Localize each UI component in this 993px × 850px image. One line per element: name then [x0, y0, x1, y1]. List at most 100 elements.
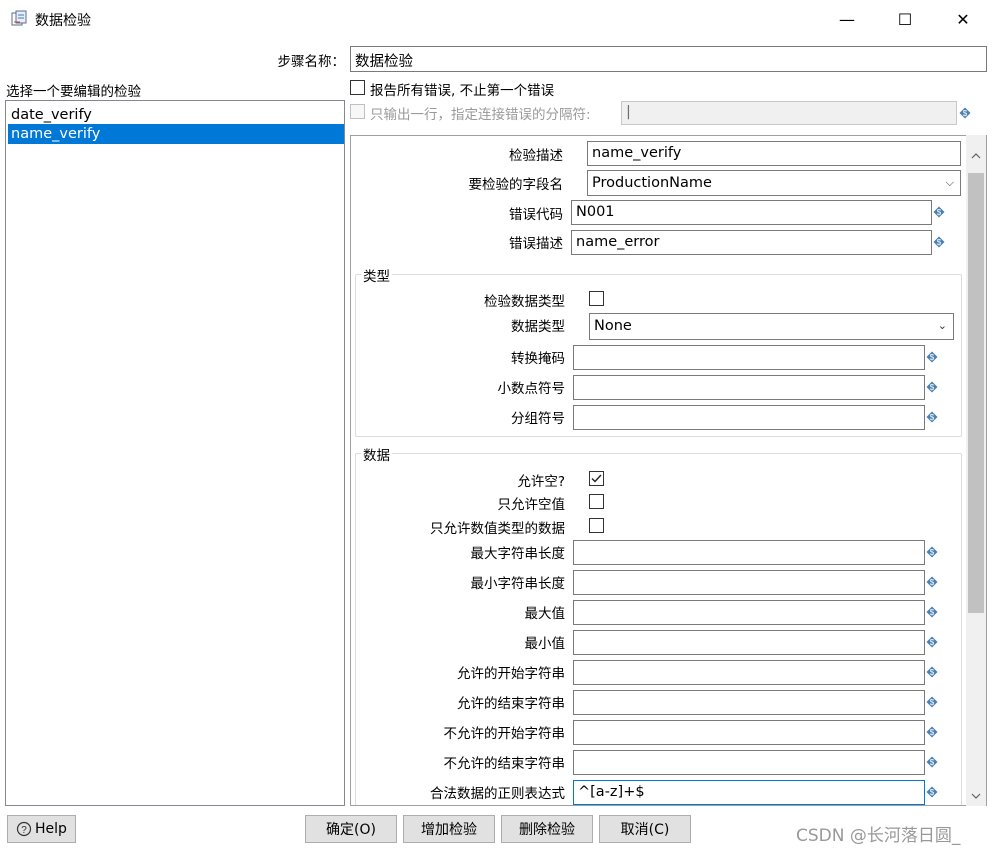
only-numeric-checkbox[interactable]: [589, 518, 604, 533]
svg-text:$: $: [937, 238, 942, 247]
max-length-label: 最大字符串长度: [470, 546, 566, 562]
variable-icon[interactable]: $: [926, 726, 938, 738]
list-item-selected[interactable]: name_verify: [8, 124, 344, 144]
close-icon: ✕: [956, 9, 970, 29]
scroll-up-icon[interactable]: [971, 153, 981, 159]
conversion-mask-input[interactable]: [573, 345, 925, 370]
scroll-down-icon[interactable]: [971, 793, 981, 799]
chevron-down-icon: ⌄: [937, 319, 947, 332]
variable-icon[interactable]: $: [926, 666, 938, 678]
svg-text:$: $: [930, 758, 935, 767]
help-button[interactable]: ? Help: [7, 815, 76, 843]
disallowed-end-input[interactable]: [573, 750, 925, 775]
cancel-button[interactable]: 取消(C): [599, 815, 691, 843]
add-validation-button[interactable]: 增加检验: [403, 815, 495, 843]
list-item[interactable]: date_verify: [8, 105, 344, 125]
field-name-value: ProductionName: [592, 175, 712, 191]
svg-text:$: $: [930, 788, 935, 797]
svg-text:$: $: [930, 728, 935, 737]
maximize-icon: ☐: [897, 9, 913, 29]
separator-input[interactable]: |: [621, 101, 957, 125]
minimize-icon: —: [839, 9, 855, 29]
svg-text:$: $: [930, 548, 935, 557]
only-null-checkbox[interactable]: [589, 494, 604, 509]
error-code-input[interactable]: N001: [571, 200, 932, 225]
validations-list[interactable]: date_verify name_verify: [5, 100, 345, 806]
output-one-row-checkbox[interactable]: [350, 104, 365, 119]
description-input[interactable]: name_verify: [587, 141, 961, 166]
validation-detail-panel: 检验描述 name_verify 要检验的字段名 ProductionName …: [350, 135, 987, 806]
decimal-symbol-label: 小数点符号: [497, 381, 566, 397]
allowed-start-input[interactable]: [573, 660, 925, 685]
disallowed-start-input[interactable]: [573, 720, 925, 745]
ok-button[interactable]: 确定(O): [305, 815, 397, 843]
svg-text:$: $: [930, 353, 935, 362]
variable-icon[interactable]: $: [926, 351, 938, 363]
step-name-label: 步骤名称：: [277, 54, 346, 70]
svg-text:$: $: [963, 109, 968, 118]
variable-icon[interactable]: $: [926, 546, 938, 558]
variable-icon[interactable]: $: [959, 107, 971, 119]
min-length-input[interactable]: [573, 570, 925, 595]
max-value-input[interactable]: [573, 600, 925, 625]
validations-list-label: 选择一个要编辑的检验: [6, 84, 141, 100]
allowed-end-input[interactable]: [573, 690, 925, 715]
output-one-row-label: 只输出一行，指定连接错误的分隔符:: [370, 107, 591, 123]
app-icon: [11, 10, 27, 26]
field-name-select[interactable]: ProductionName ⌵: [587, 170, 961, 196]
svg-text:$: $: [937, 208, 942, 217]
variable-icon[interactable]: $: [933, 236, 945, 248]
maximize-button[interactable]: ☐: [876, 0, 934, 38]
svg-text:$: $: [930, 668, 935, 677]
data-type-select[interactable]: None ⌄: [589, 313, 954, 340]
svg-text:?: ?: [21, 825, 27, 836]
grouping-symbol-label: 分组符号: [511, 411, 565, 427]
grouping-symbol-input[interactable]: [573, 405, 925, 430]
decimal-symbol-input[interactable]: [573, 375, 925, 400]
data-type-label: 数据类型: [511, 319, 565, 335]
minimize-button[interactable]: —: [818, 0, 876, 38]
chevron-down-icon: ⌵: [945, 176, 954, 189]
svg-text:$: $: [930, 383, 935, 392]
report-all-errors-checkbox[interactable]: [350, 80, 365, 95]
checkmark-icon: [591, 474, 602, 483]
title-bar: 数据检验 — ☐ ✕: [0, 0, 993, 38]
variable-icon[interactable]: $: [926, 756, 938, 768]
delete-validation-button[interactable]: 删除检验: [501, 815, 593, 843]
variable-icon[interactable]: $: [926, 786, 938, 798]
variable-icon[interactable]: $: [926, 411, 938, 423]
variable-icon[interactable]: $: [926, 696, 938, 708]
variable-icon[interactable]: $: [926, 636, 938, 648]
only-null-label: 只允许空值: [497, 497, 566, 513]
variable-icon[interactable]: $: [926, 381, 938, 393]
description-label: 检验描述: [509, 148, 563, 164]
error-description-input[interactable]: name_error: [571, 230, 932, 255]
allow-null-label: 允许空?: [517, 474, 565, 490]
max-length-input[interactable]: [573, 540, 925, 565]
disallowed-end-label: 不允许的结束字符串: [443, 756, 566, 772]
svg-text:$: $: [930, 638, 935, 647]
allowed-end-label: 允许的结束字符串: [457, 696, 565, 712]
report-all-errors-label: 报告所有错误, 不止第一个错误: [370, 83, 555, 99]
variable-icon[interactable]: $: [926, 576, 938, 588]
help-button-label: Help: [35, 821, 67, 837]
scrollbar-thumb[interactable]: [968, 173, 984, 613]
max-value-label: 最大值: [524, 606, 566, 622]
step-name-input[interactable]: 数据检验: [350, 46, 987, 72]
error-code-label: 错误代码: [509, 207, 563, 223]
data-group-title: 数据: [361, 444, 392, 464]
variable-icon[interactable]: $: [926, 606, 938, 618]
check-data-type-label: 检验数据类型: [484, 294, 565, 310]
field-name-label: 要检验的字段名: [468, 177, 564, 193]
svg-text:$: $: [930, 578, 935, 587]
regex-valid-input[interactable]: ^[a-z]+$: [573, 780, 925, 805]
min-length-label: 最小字符串长度: [470, 576, 566, 592]
min-value-input[interactable]: [573, 630, 925, 655]
close-button[interactable]: ✕: [934, 0, 992, 38]
variable-icon[interactable]: $: [933, 206, 945, 218]
window-title: 数据检验: [35, 13, 91, 29]
allow-null-checkbox[interactable]: [589, 471, 604, 486]
check-data-type-checkbox[interactable]: [589, 291, 604, 306]
vertical-scrollbar[interactable]: [966, 135, 986, 806]
watermark: CSDN @长河落日圆_: [796, 826, 961, 846]
